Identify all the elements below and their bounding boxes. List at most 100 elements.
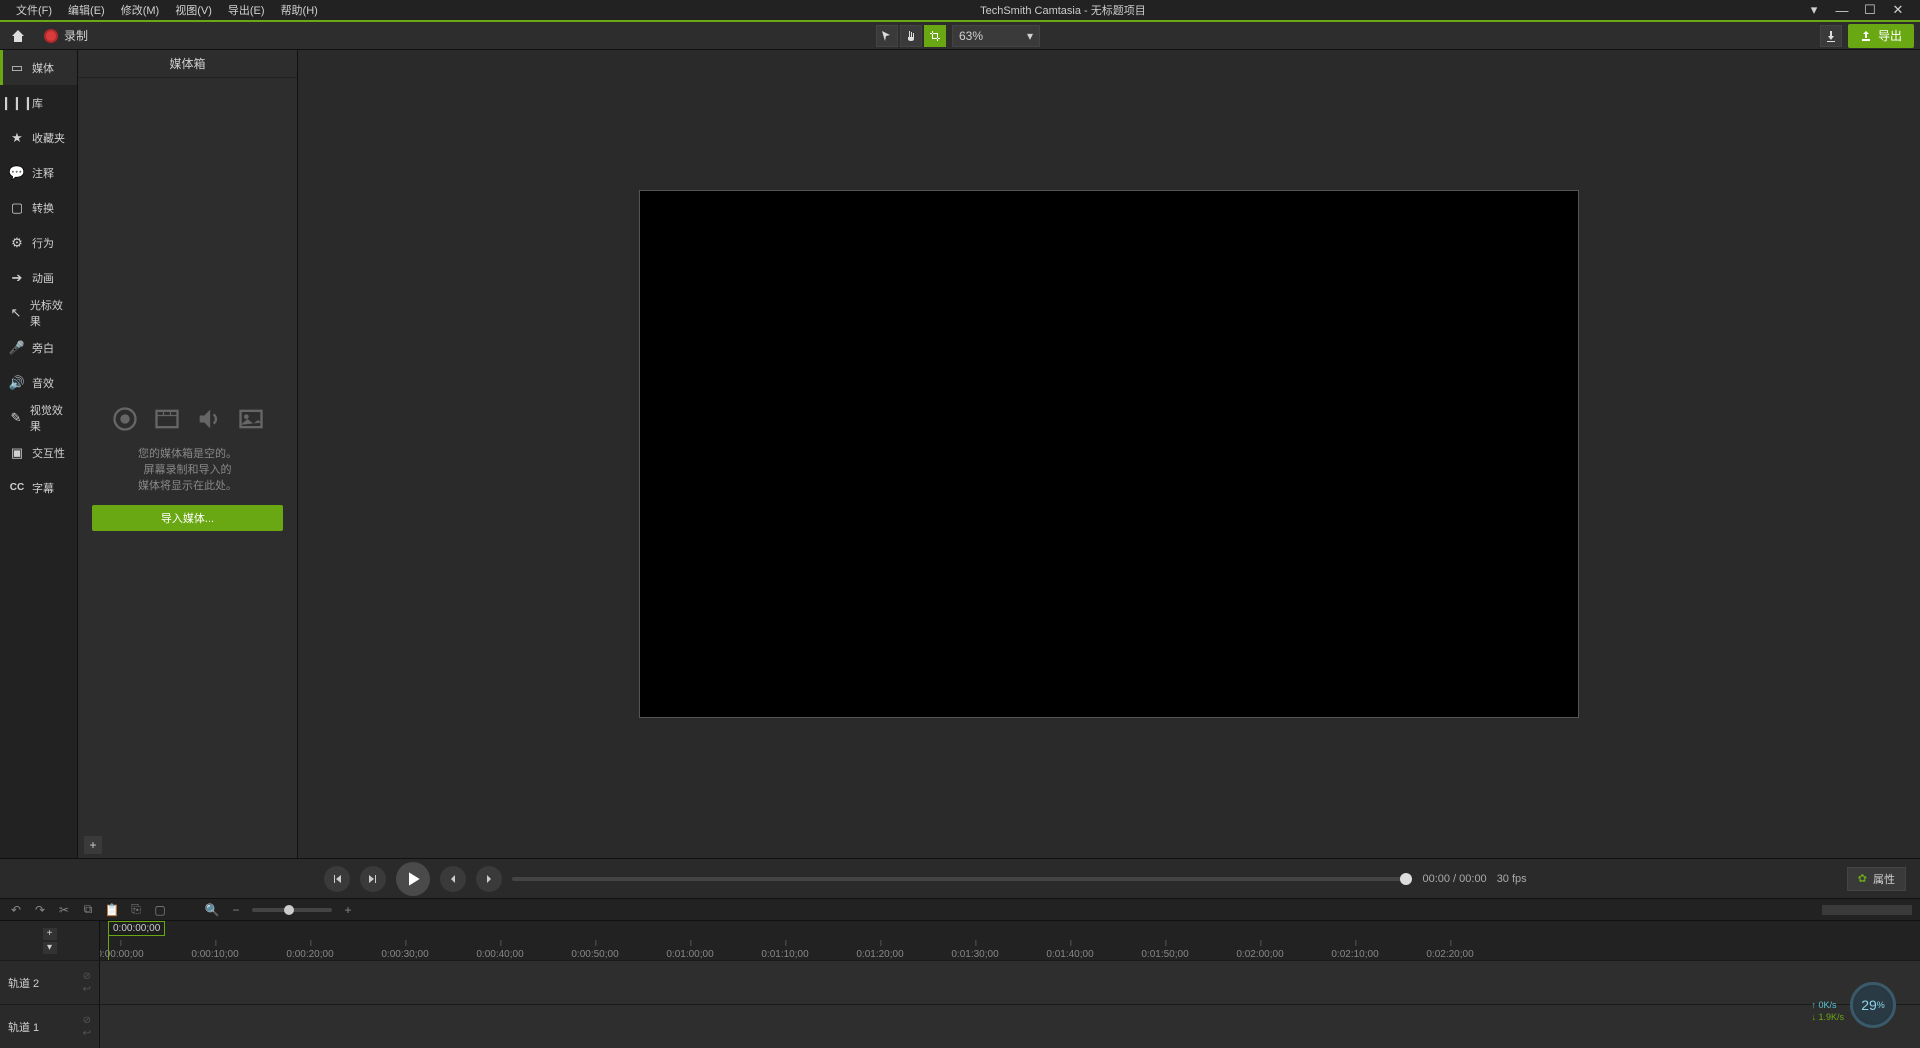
scrub-thumb[interactable] <box>1400 873 1412 885</box>
window-minimize[interactable]: — <box>1828 3 1856 18</box>
record-icon <box>44 29 58 43</box>
ruler-tick: 0:01:10;00 <box>761 949 808 960</box>
menu-view[interactable]: 视图(V) <box>167 2 220 18</box>
top-toolbar: 录制 63% ▾ 导出 <box>0 22 1920 50</box>
zoom-out-button[interactable]: − <box>228 902 244 918</box>
timeline-zoom-slider[interactable] <box>252 908 332 912</box>
download-button[interactable] <box>1820 25 1842 47</box>
menubar: 文件(F) 编辑(E) 修改(M) 视图(V) 导出(E) 帮助(H) Tech… <box>0 0 1920 22</box>
menu-file[interactable]: 文件(F) <box>8 2 60 18</box>
track-body-2[interactable] <box>100 961 1920 1004</box>
crop-button[interactable]: ▢ <box>152 902 168 918</box>
ruler-tick: 0:02:10;00 <box>1331 949 1378 960</box>
library-icon: ❙❙❙ <box>10 96 24 110</box>
tool-pan[interactable] <box>900 25 922 47</box>
menu-export[interactable]: 导出(E) <box>220 2 273 18</box>
sidebar-item-label: 音效 <box>32 375 54 391</box>
step-fwd-icon <box>367 873 379 885</box>
sidebar-item-cursor[interactable]: ↖光标效果 <box>0 295 77 330</box>
audio-icon <box>195 405 223 433</box>
sidebar-item-annotations[interactable]: 💬注释 <box>0 155 77 190</box>
canvas-zoom-dropdown[interactable]: 63% ▾ <box>952 25 1040 47</box>
ruler-tick: 0:00:30;00 <box>381 949 428 960</box>
window-maximize[interactable]: ☐ <box>1856 2 1884 18</box>
sidebar-item-visual[interactable]: ✎视觉效果 <box>0 400 77 435</box>
prev-frame-button[interactable] <box>324 866 350 892</box>
gauge-down: 1.9K/s <box>1818 1012 1844 1022</box>
sidebar-item-label: 行为 <box>32 235 54 251</box>
sidebar-item-captions[interactable]: CC字幕 <box>0 470 77 505</box>
track-lock-icon[interactable]: ⊘ <box>83 971 91 982</box>
split-button[interactable]: ⎘ <box>128 902 144 918</box>
sidebar-item-label: 交互性 <box>32 445 65 461</box>
step-back-icon <box>331 873 343 885</box>
track-lock-icon[interactable]: ⊘ <box>83 1015 91 1026</box>
marker-toggle-button[interactable]: ▾ <box>43 942 57 954</box>
tool-crop[interactable] <box>924 25 946 47</box>
sidebar-item-interactive[interactable]: ▣交互性 <box>0 435 77 470</box>
media-panel: 媒体箱 您的媒体箱是空的。 屏幕录制和导入的 媒体将显示在此处。 导入媒体...… <box>78 50 298 858</box>
track-header-2[interactable]: 轨道 2 ⊘↩ <box>0 961 100 1004</box>
sidebar-item-library[interactable]: ❙❙❙库 <box>0 85 77 120</box>
ruler-left-controls: + ▾ <box>0 921 100 960</box>
sidebar-item-transitions[interactable]: ▢转换 <box>0 190 77 225</box>
video-icon <box>153 405 181 433</box>
properties-button[interactable]: ✿属性 <box>1847 867 1906 891</box>
ruler-tick: 0:00:50;00 <box>571 949 618 960</box>
menu-edit[interactable]: 编辑(E) <box>60 2 113 18</box>
redo-button[interactable]: ↷ <box>32 902 48 918</box>
play-button[interactable] <box>396 862 430 896</box>
track-header-1[interactable]: 轨道 1 ⊘↩ <box>0 1005 100 1048</box>
timeline-zoom-thumb[interactable] <box>284 905 294 915</box>
timeline-ruler: + ▾ 0:00:00;00 0:00:00;000:00:10;000:00:… <box>0 920 1920 960</box>
import-media-button[interactable]: 导入媒体... <box>92 505 283 531</box>
sidebar-item-label: 转换 <box>32 200 54 216</box>
sidebar-item-label: 收藏夹 <box>32 130 65 146</box>
track-body-1[interactable] <box>100 1005 1920 1048</box>
marker-add-button[interactable]: + <box>43 928 57 940</box>
sidebar-item-behaviors[interactable]: ⚙行为 <box>0 225 77 260</box>
timeline-minimap[interactable] <box>1822 905 1912 915</box>
track-link-icon[interactable]: ↩ <box>83 984 91 995</box>
sidebar-item-voice[interactable]: 🎤旁白 <box>0 330 77 365</box>
canvas-zoom-value: 63% <box>959 29 983 43</box>
share-icon <box>1860 30 1872 42</box>
home-icon <box>10 28 26 44</box>
sidebar-item-media[interactable]: ▭媒体 <box>0 50 77 85</box>
ruler-body[interactable]: 0:00:00;00 0:00:00;000:00:10;000:00:20;0… <box>100 921 1920 960</box>
ruler-tick: 0:02:20;00 <box>1426 949 1473 960</box>
preview-canvas[interactable] <box>639 190 1579 718</box>
scrub-bar[interactable] <box>512 877 1412 881</box>
image-icon <box>237 405 265 433</box>
ruler-tick: 0:01:30;00 <box>951 949 998 960</box>
add-media-button[interactable]: + <box>84 836 102 854</box>
tool-select[interactable] <box>876 25 898 47</box>
network-gauge: 29% <box>1850 982 1896 1028</box>
zoom-search-icon: 🔍 <box>204 902 220 918</box>
window-dropdown[interactable]: ▾ <box>1800 2 1828 18</box>
gauge-up: 0K/s <box>1818 1000 1836 1010</box>
animation-icon: ➔ <box>10 271 24 285</box>
chevron-right-icon <box>484 874 494 884</box>
export-button[interactable]: 导出 <box>1848 24 1914 48</box>
menu-help[interactable]: 帮助(H) <box>273 2 326 18</box>
menu-modify[interactable]: 修改(M) <box>113 2 168 18</box>
gear-icon: ✿ <box>1858 872 1867 885</box>
sidebar-item-favorites[interactable]: ★收藏夹 <box>0 120 77 155</box>
window-close[interactable]: ✕ <box>1884 2 1912 18</box>
annotation-icon: 💬 <box>10 166 24 180</box>
prev-marker-button[interactable] <box>440 866 466 892</box>
gauge-speeds: ↑ 0K/s ↓ 1.9K/s <box>1811 999 1844 1024</box>
sidebar-item-audio[interactable]: 🔊音效 <box>0 365 77 400</box>
sidebar-item-animations[interactable]: ➔动画 <box>0 260 77 295</box>
track-link-icon[interactable]: ↩ <box>83 1028 91 1039</box>
record-button[interactable]: 录制 <box>36 25 96 46</box>
next-marker-button[interactable] <box>476 866 502 892</box>
paste-button[interactable]: 📋 <box>104 902 120 918</box>
home-button[interactable] <box>6 24 30 48</box>
cut-button[interactable]: ✂ <box>56 902 72 918</box>
copy-button[interactable]: ⧉ <box>80 902 96 918</box>
undo-button[interactable]: ↶ <box>8 902 24 918</box>
next-frame-button[interactable] <box>360 866 386 892</box>
zoom-in-button[interactable]: + <box>340 902 356 918</box>
